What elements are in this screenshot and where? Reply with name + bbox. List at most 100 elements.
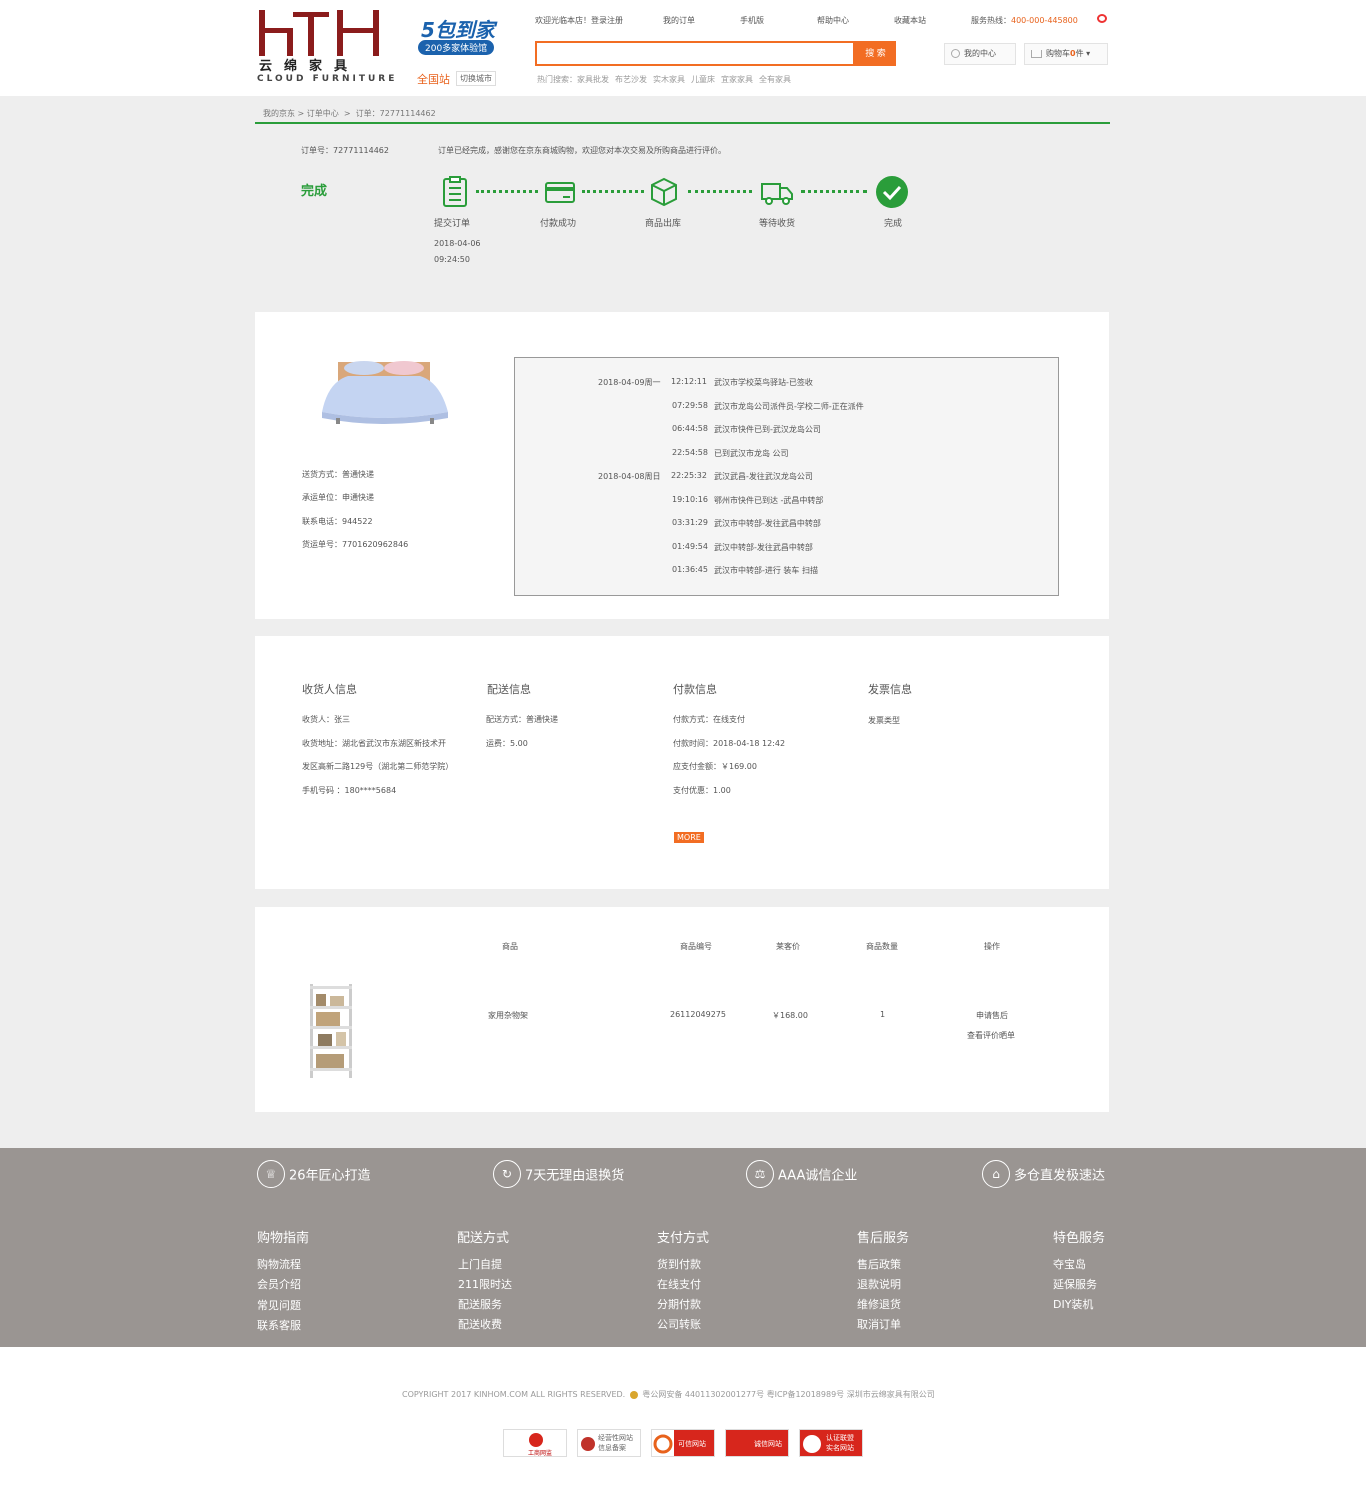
breadcrumb: 我的京东 > 订单中心 > 订单：72771114462 <box>263 108 436 119</box>
help-center-link[interactable]: 帮助中心 <box>817 15 849 26</box>
brand-name-cn: 云绵家具 <box>259 59 360 74</box>
shipping-method: 送货方式：普通快递 <box>302 470 374 479</box>
tracking-date: 2018-04-09周一 <box>598 378 661 387</box>
more-button[interactable]: MORE <box>674 832 704 843</box>
footer-link[interactable]: DIY装机 <box>1053 1296 1093 1312</box>
search-input[interactable] <box>535 41 855 66</box>
cart-unit: 件 <box>1075 49 1084 58</box>
box-icon <box>651 177 677 207</box>
cert-badge[interactable]: 可信网站 <box>651 1429 715 1457</box>
receiver-address: 发区高新二路129号（湖北第二师范学院） <box>302 762 454 771</box>
copyright-text: COPYRIGHT 2017 KINHOM.COM ALL RIGHTS RES… <box>402 1390 626 1399</box>
tracking-time: 06:44:58 <box>672 424 708 433</box>
bed-image[interactable] <box>308 352 460 432</box>
column-header: 莱客价 <box>776 942 800 951</box>
footer-link[interactable]: 上门自提 <box>458 1256 502 1272</box>
my-orders-link[interactable]: 我的订单 <box>663 15 695 26</box>
footer-link[interactable]: 联系客服 <box>257 1317 301 1333</box>
hot-search-link[interactable]: 实木家具 <box>653 75 685 84</box>
tracking-desc: 武汉市中转部-发往武昌中转部 <box>714 519 821 528</box>
product-quantity: 1 <box>880 1010 886 1019</box>
mobile-link[interactable]: 手机版 <box>740 15 764 26</box>
footer-link[interactable]: 在线支付 <box>657 1276 701 1292</box>
weibo-icon[interactable] <box>1097 14 1107 23</box>
check-icon <box>876 176 908 208</box>
site-logo[interactable]: 云绵家具 CLOUD FURNITURE <box>257 10 394 86</box>
badge-label: 可信网站 <box>678 1440 706 1448</box>
breadcrumb-orders[interactable]: 订单中心 <box>307 109 339 118</box>
footer-link[interactable]: 购物流程 <box>257 1256 301 1272</box>
search-button[interactable]: 搜 索 <box>855 41 896 66</box>
welcome-login-link[interactable]: 欢迎光临本店！登录注册 <box>535 15 623 26</box>
step-label: 提交订单 <box>434 219 471 229</box>
footer-link[interactable]: 配送收费 <box>458 1316 502 1332</box>
copyright: COPYRIGHT 2017 KINHOM.COM ALL RIGHTS RES… <box>402 1389 935 1400</box>
cert-badge[interactable]: 诚信网站 <box>725 1429 789 1457</box>
view-review-link[interactable]: 查看评价晒单 <box>967 1030 1015 1041</box>
favorite-link[interactable]: 收藏本站 <box>894 15 926 26</box>
footer-column-title: 售后服务 <box>857 1231 910 1246</box>
badge-label: 经营性网站 信息备案 <box>598 1434 633 1452</box>
receiver-phone: 手机号码 ：180****5684 <box>302 786 397 795</box>
cert-badge[interactable]: 认证联盟 实名网站 <box>799 1429 863 1457</box>
cert-badge[interactable]: 工商网监 <box>503 1429 567 1457</box>
clipboard-icon <box>443 176 467 207</box>
cart-button[interactable]: 购物车0件 ▾ <box>1024 43 1108 65</box>
order-status: 完成 <box>301 184 328 199</box>
badge-emblem-icon <box>803 1435 821 1453</box>
step-time: 09:24:50 <box>434 255 470 264</box>
footer-column-title: 特色服务 <box>1053 1231 1106 1246</box>
payment-due: 应支付金额：￥169.00 <box>673 762 757 771</box>
my-center-button[interactable]: 我的中心 <box>944 43 1016 65</box>
footer-link[interactable]: 取消订单 <box>857 1316 901 1332</box>
footer-link[interactable]: 维修退货 <box>857 1296 901 1312</box>
product-name[interactable]: 家用杂物架 <box>488 1010 528 1021</box>
step-connector <box>582 190 644 194</box>
feature-text: 7天无理由退换货 <box>525 1168 625 1184</box>
shipping-carrier: 承运单位：申通快递 <box>302 493 374 502</box>
delivery-method: 配送方式：普通快递 <box>486 715 558 724</box>
tracking-time: 01:36:45 <box>672 565 708 574</box>
cert-badge[interactable]: 经营性网站 信息备案 <box>577 1429 641 1457</box>
footer-link[interactable]: 退款说明 <box>857 1276 901 1292</box>
hot-search: 热门搜索：家具批发 布艺沙发 实木家具 儿童床 宜家家具 全有家具 <box>537 74 797 85</box>
step-connector <box>476 190 538 194</box>
hotline: 服务热线：400-000-445800 <box>971 15 1078 26</box>
brand-name-en: CLOUD FURNITURE <box>257 74 398 84</box>
hot-search-link[interactable]: 布艺沙发 <box>615 75 647 84</box>
tracking-desc: 武汉中转部-发往武昌中转部 <box>714 543 813 552</box>
tracking-time: 12:12:11 <box>671 377 707 386</box>
feature-item: ⚖ AAA诚信企业 <box>746 1160 857 1188</box>
tracking-date: 2018-04-08周日 <box>598 472 661 481</box>
site-region-link[interactable]: 全国站 <box>417 71 450 87</box>
tracking-time: 03:31:29 <box>672 518 708 527</box>
hot-search-link[interactable]: 宜家家具 <box>721 75 753 84</box>
footer-link[interactable]: 分期付款 <box>657 1296 701 1312</box>
footer-link[interactable]: 配送服务 <box>458 1296 502 1312</box>
feature-text: 多仓直发极速达 <box>1014 1168 1106 1184</box>
tracking-time: 07:29:58 <box>672 401 708 410</box>
step-date: 2018-04-06 <box>434 239 481 248</box>
footer-link[interactable]: 售后政策 <box>857 1256 901 1272</box>
warehouse-icon: ⌂ <box>982 1160 1010 1188</box>
footer-link[interactable]: 会员介绍 <box>257 1276 301 1292</box>
tracking-desc: 已到武汉市龙岛 公司 <box>714 449 789 458</box>
cart-icon <box>1031 49 1042 58</box>
switch-city-button[interactable]: 切换城市 <box>456 71 496 86</box>
footer-link[interactable]: 货到付款 <box>657 1256 701 1272</box>
footer-column-title: 配送方式 <box>457 1231 510 1246</box>
footer-link[interactable]: 常见问题 <box>257 1297 301 1313</box>
shelf-image[interactable] <box>306 982 356 1080</box>
site-header: 云绵家具 CLOUD FURNITURE 5包到家 200多家体验馆 全国站 切… <box>0 0 1366 96</box>
apply-aftersale-link[interactable]: 申请售后 <box>976 1010 1008 1021</box>
hot-search-link[interactable]: 儿童床 <box>691 75 715 84</box>
footer-link[interactable]: 延保服务 <box>1053 1276 1097 1292</box>
badge-emblem-icon <box>652 1430 674 1456</box>
delivery-title: 配送信息 <box>487 683 531 696</box>
footer-link[interactable]: 夺宝岛 <box>1053 1256 1086 1272</box>
footer-link[interactable]: 公司转账 <box>657 1316 701 1332</box>
footer-link[interactable]: 211限时达 <box>458 1276 512 1292</box>
hot-search-link[interactable]: 全有家具 <box>759 75 791 84</box>
breadcrumb-home[interactable]: 我的京东 <box>263 109 295 118</box>
hot-search-link[interactable]: 家具批发 <box>577 75 609 84</box>
